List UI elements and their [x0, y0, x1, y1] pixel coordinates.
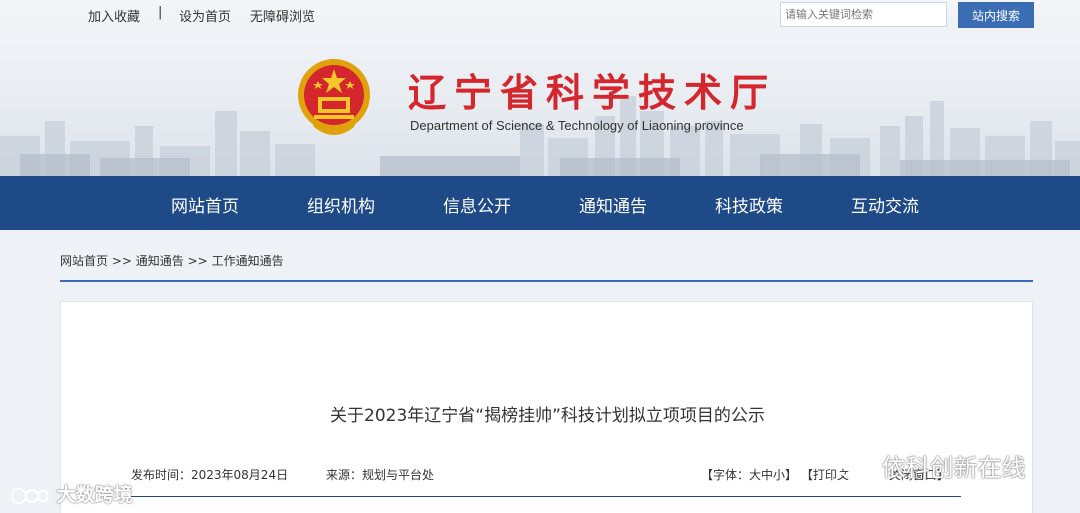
watermark-left-text: 大数跨境 [56, 484, 133, 506]
breadcrumb: 网站首页 >> 通知通告 >> 工作通知通告 [60, 252, 284, 269]
search-button[interactable]: 站内搜索 [958, 2, 1034, 28]
nav-item-interaction[interactable]: 互动交流 [851, 192, 919, 217]
site-subtitle: Department of Science & Technology of Li… [410, 118, 744, 133]
nav-item-notices[interactable]: 通知通告 [579, 192, 647, 217]
main-nav: 网站首页 组织机构 信息公开 通知通告 科技政策 互动交流 [0, 176, 1080, 230]
nav-item-organization[interactable]: 组织机构 [307, 192, 375, 217]
breadcrumb-separator: >> [111, 254, 132, 268]
site-title: 辽宁省科学技术厅 [408, 70, 777, 115]
breadcrumb-divider [60, 280, 1033, 282]
article-title: 关于2023年辽宁省“揭榜挂帅”科技计划拟立项项目的公示 [330, 406, 765, 426]
watermark-logo-icon [11, 487, 49, 504]
breadcrumb-notices[interactable]: 通知通告 [136, 254, 184, 268]
breadcrumb-separator: >> [187, 254, 208, 268]
breadcrumb-work-notices[interactable]: 工作通知通告 [212, 254, 284, 268]
publish-date: 发布时间：2023年08月24日 [131, 468, 289, 482]
watermark-right-text: 依科创新在线 [881, 454, 1026, 482]
article-source: 来源：规划与平台处 [326, 468, 435, 482]
wechat-icon [836, 457, 871, 481]
nav-item-info-disclosure[interactable]: 信息公开 [443, 192, 511, 217]
nav-item-home[interactable]: 网站首页 [171, 192, 239, 217]
set-homepage-link[interactable]: 设为首页 [179, 6, 231, 25]
watermark-right: 依科创新在线 [834, 448, 1026, 483]
topbar-separator: | [158, 5, 163, 20]
national-emblem-icon [298, 59, 370, 135]
watermark-left: 大数跨境 [10, 480, 133, 507]
accessibility-link[interactable]: 无障碍浏览 [250, 6, 315, 25]
add-favorite-link[interactable]: 加入收藏 [88, 6, 140, 25]
nav-item-policy[interactable]: 科技政策 [715, 192, 783, 217]
font-size-control[interactable]: 【字体：大中小】 [701, 468, 797, 482]
search-input[interactable] [780, 2, 947, 27]
site-header: 加入收藏 | 设为首页 无障碍浏览 站内搜索 辽宁省科学技术厅 Departme… [0, 0, 1080, 176]
breadcrumb-home[interactable]: 网站首页 [60, 254, 108, 268]
meta-divider [131, 496, 961, 497]
